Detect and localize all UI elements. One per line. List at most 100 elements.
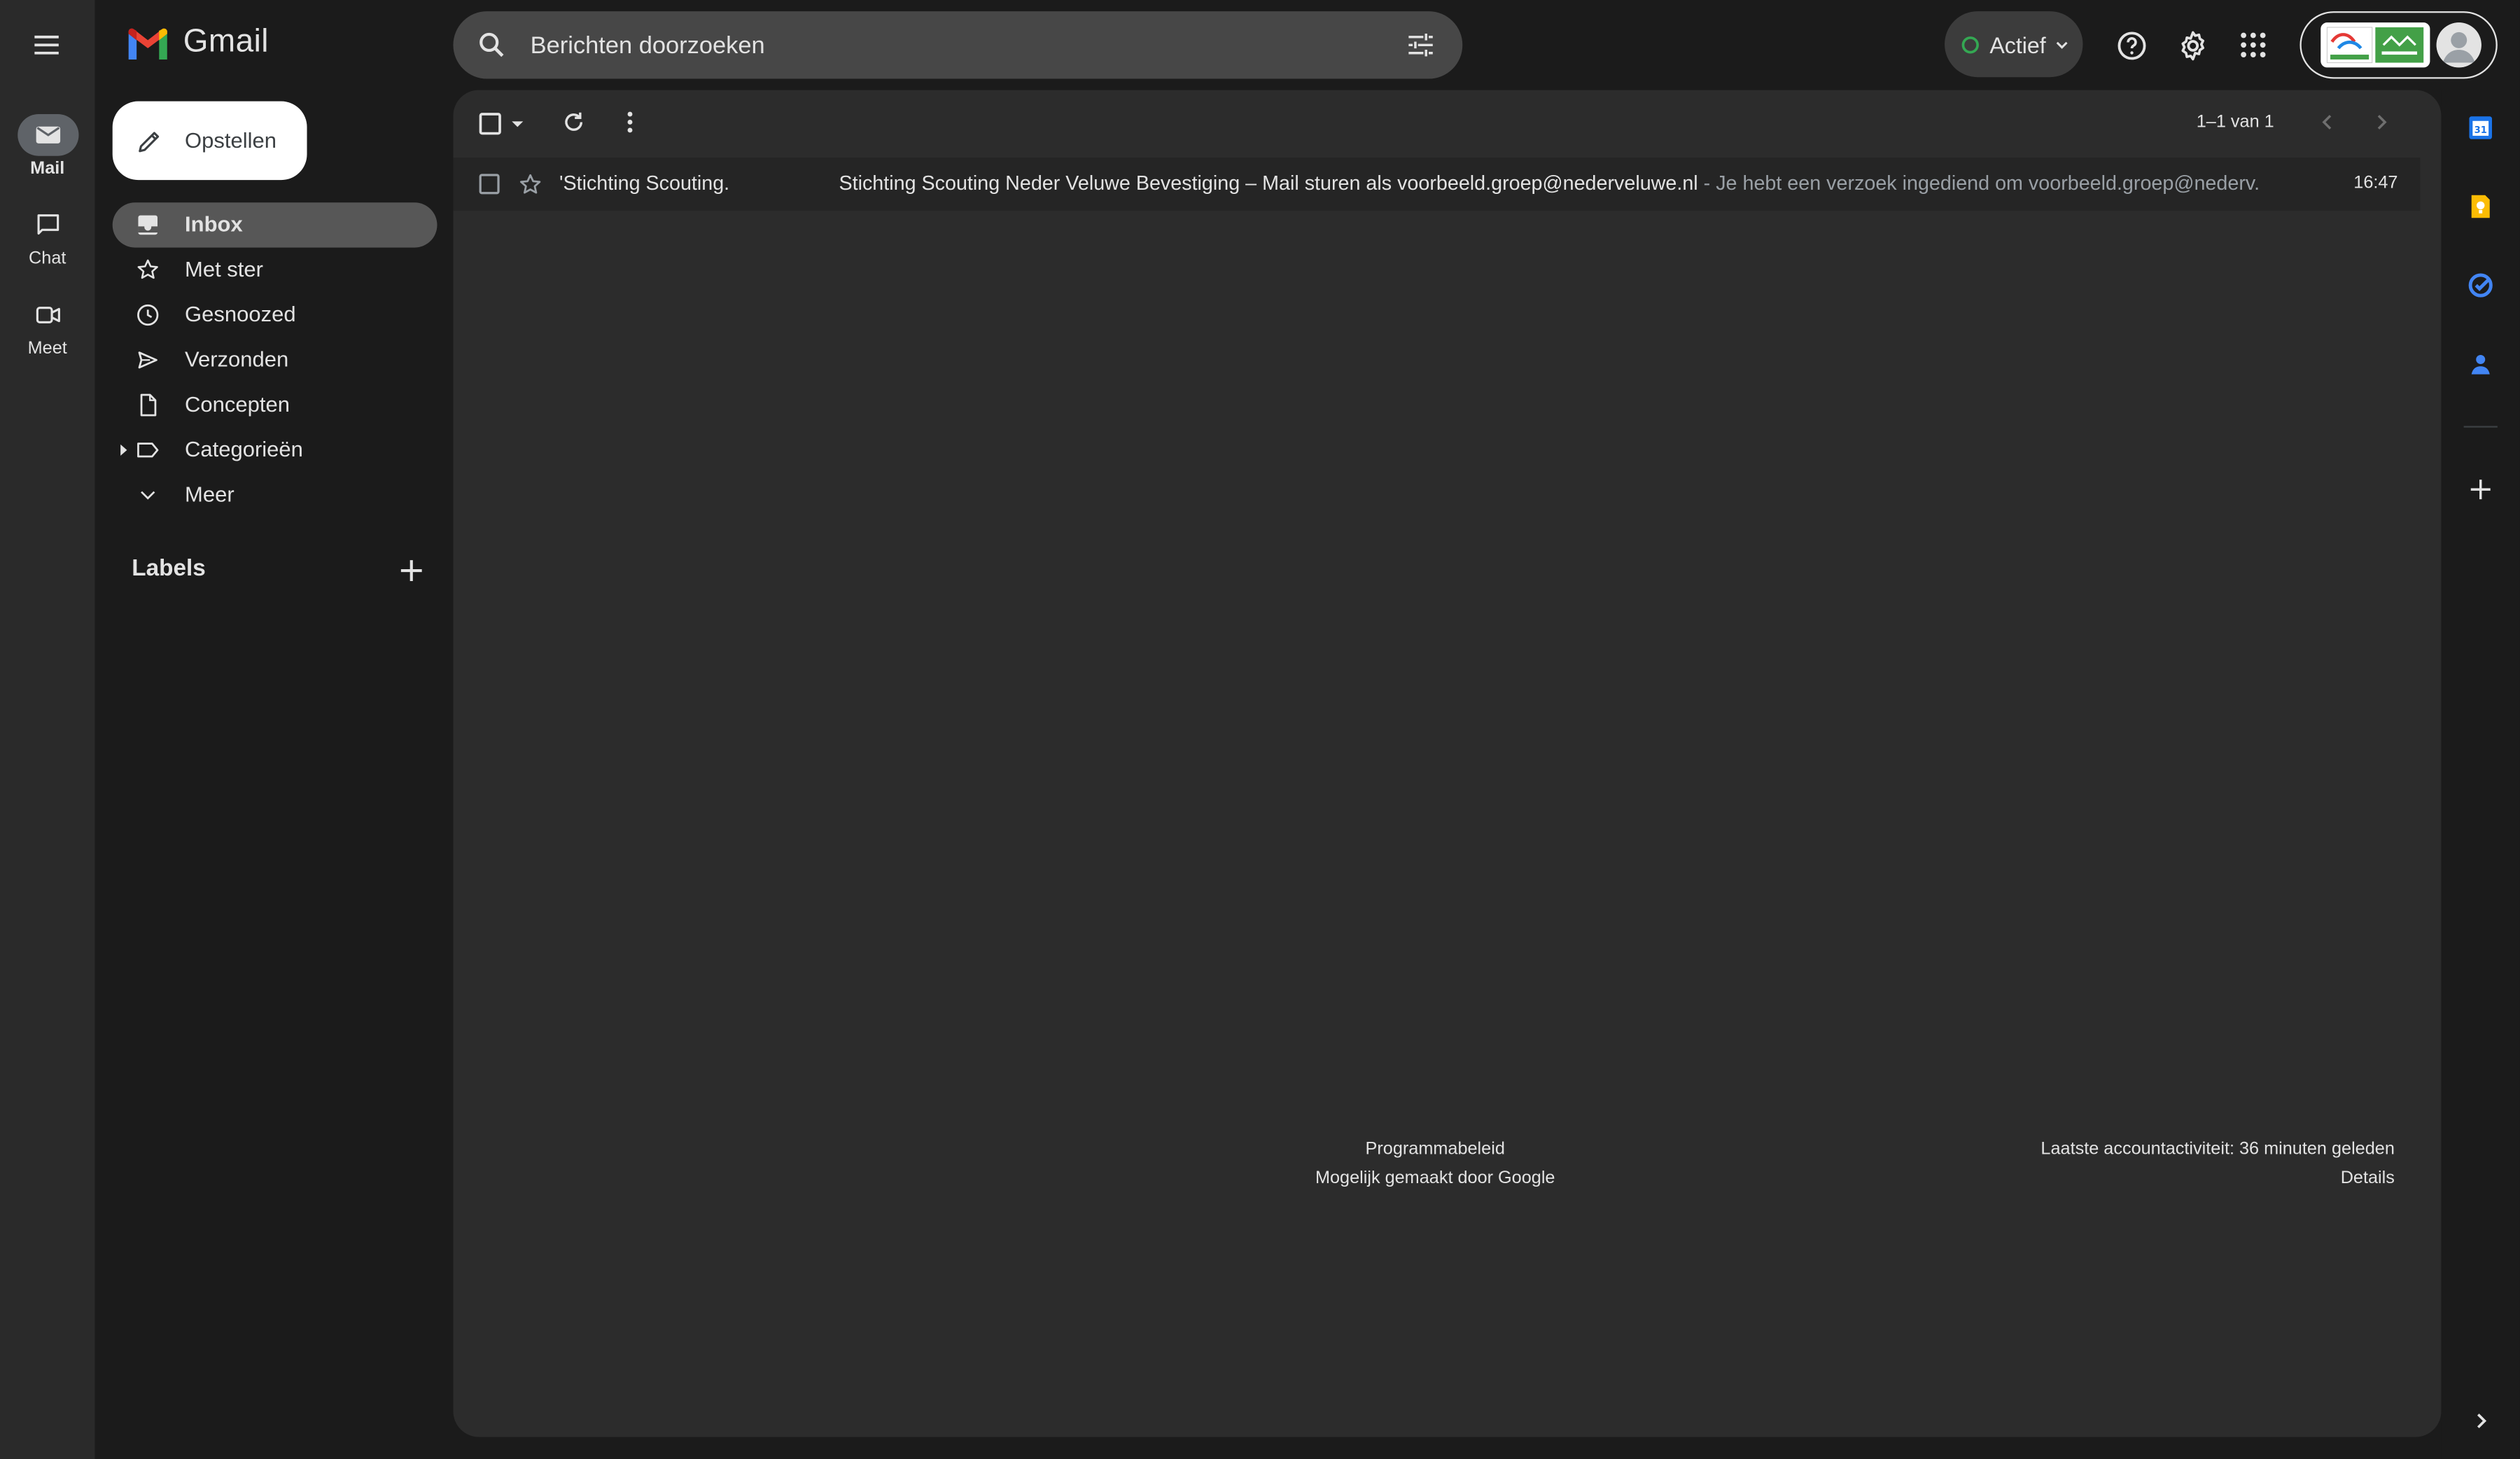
search-options-button[interactable] [1392, 16, 1450, 74]
powered-by-text: Mogelijk gemaakt door Google [1315, 1168, 1555, 1188]
account-button[interactable] [2300, 11, 2498, 79]
gmail-m-icon [128, 27, 167, 59]
chevron-down-icon [141, 491, 155, 500]
svg-text:31: 31 [2474, 125, 2487, 136]
select-options-dropdown[interactable] [508, 114, 528, 134]
nav-item-inbox[interactable]: Inbox [112, 202, 438, 248]
more-options-button[interactable] [601, 93, 659, 151]
nav-label-categories: Categorieën [185, 437, 303, 461]
email-snippet: - Je hebt een verzoek ingediend om voorb… [1698, 172, 2262, 195]
chevron-right-icon [2377, 115, 2387, 130]
chat-icon [36, 214, 59, 235]
keep-icon [2471, 195, 2490, 218]
left-rail: Mail Chat Meet [0, 0, 95, 1459]
status-dot-icon [1961, 35, 1979, 53]
compose-label: Opstellen [185, 128, 277, 153]
expand-arrow-icon[interactable] [118, 444, 130, 456]
labels-heading: Labels [132, 556, 206, 582]
right-rail-divider [2463, 426, 2498, 428]
nav-item-categories[interactable]: Categorieën [113, 428, 438, 473]
scouting-logo-icon [2326, 27, 2424, 64]
next-page-button[interactable] [2353, 93, 2411, 151]
details-link[interactable]: Details [2234, 1166, 2395, 1193]
table-row[interactable]: 'Stichting Scouting. Stichting Scouting … [453, 157, 2421, 211]
rail-item-chat[interactable]: Chat [0, 204, 94, 269]
caret-down-icon [512, 121, 524, 127]
help-button[interactable] [2102, 16, 2160, 74]
search-bar[interactable]: Berichten doorzoeken [453, 11, 1463, 79]
hamburger-icon [34, 35, 59, 55]
settings-button[interactable] [2163, 16, 2221, 74]
star-icon[interactable] [517, 172, 543, 198]
draft-icon [140, 393, 157, 417]
search-input[interactable]: Berichten doorzoeken [531, 32, 765, 59]
rail-item-meet[interactable]: Meet [0, 294, 94, 358]
refresh-icon [565, 112, 583, 131]
status-button[interactable]: Actief [1945, 11, 2083, 78]
nav-item-drafts[interactable]: Concepten [113, 382, 438, 427]
organization-logo [2320, 22, 2430, 68]
nav-label-drafts: Concepten [185, 392, 290, 417]
mail-icon [35, 126, 59, 144]
search-icon [479, 32, 504, 57]
gear-icon [2180, 30, 2204, 60]
pagination-text: 1–1 van 1 [2196, 112, 2274, 132]
chevron-left-icon [2322, 115, 2332, 130]
main-menu-button[interactable] [18, 16, 76, 74]
program-policy-link[interactable]: Programmabeleid [1275, 1136, 1596, 1164]
select-all-checkbox[interactable] [477, 111, 503, 137]
tune-icon [1408, 34, 1433, 57]
email-time: 16:47 [2353, 173, 2398, 193]
star-icon [137, 259, 158, 279]
nav-label-more: Meer [185, 482, 234, 507]
email-preview: Stichting Scouting Neder Veluwe Bevestig… [839, 172, 2261, 195]
inbox-icon [138, 215, 158, 235]
avatar [2436, 22, 2482, 68]
compose-button[interactable]: Opstellen [112, 101, 307, 181]
app-name: Gmail [183, 24, 269, 60]
apps-button[interactable] [2225, 16, 2283, 74]
gmail-logo[interactable]: Gmail [125, 24, 269, 61]
add-label-button[interactable] [382, 542, 440, 600]
gmail-app: Mail Chat Meet Gmail Berichten doorzoeke… [0, 0, 2520, 1459]
rail-pill [17, 294, 78, 336]
nav-label-snoozed: Gesnoozed [185, 302, 296, 327]
meet-icon [35, 307, 59, 323]
search-button[interactable] [463, 16, 521, 74]
nav-label-starred: Met ster [185, 257, 263, 281]
rail-pill [17, 204, 78, 246]
plus-icon [400, 560, 422, 581]
mail-list-panel [453, 90, 2442, 1437]
nav-item-sent[interactable]: Verzonden [113, 337, 438, 382]
rail-label-chat: Chat [29, 249, 66, 269]
rail-item-mail[interactable]: Mail [0, 114, 94, 179]
apps-grid-icon [2241, 32, 2266, 57]
avatar-icon [2436, 22, 2482, 68]
rail-label-meet: Meet [27, 339, 67, 358]
pencil-icon [139, 131, 160, 152]
prev-page-button[interactable] [2298, 93, 2356, 151]
tasks-app-button[interactable] [2467, 272, 2494, 299]
more-vert-icon [627, 111, 633, 133]
contacts-app-button[interactable] [2467, 351, 2494, 378]
chevron-down-icon [2056, 41, 2068, 48]
calendar-app-button[interactable]: 31 [2467, 114, 2494, 141]
show-side-panel-button[interactable] [2470, 1410, 2493, 1432]
nav-label-sent: Verzonden [185, 347, 289, 372]
rail-pill [17, 114, 78, 156]
nav-item-snoozed[interactable]: Gesnoozed [113, 293, 438, 337]
status-label: Actief [1989, 31, 2046, 57]
keep-app-button[interactable] [2467, 193, 2494, 221]
email-sender: 'Stichting Scouting. [559, 172, 730, 195]
chevron-right-icon [2477, 1413, 2487, 1429]
checkbox-icon [479, 113, 501, 135]
row-checkbox-icon[interactable] [477, 172, 501, 196]
refresh-button[interactable] [545, 93, 603, 151]
tasks-icon [2468, 273, 2493, 298]
calendar-icon: 31 [2469, 116, 2492, 139]
get-addons-button[interactable] [2469, 477, 2493, 501]
contacts-icon [2471, 355, 2490, 375]
nav-item-more[interactable]: Meer [113, 473, 438, 517]
help-icon [2117, 31, 2146, 60]
nav-item-starred[interactable]: Met ster [113, 248, 438, 293]
